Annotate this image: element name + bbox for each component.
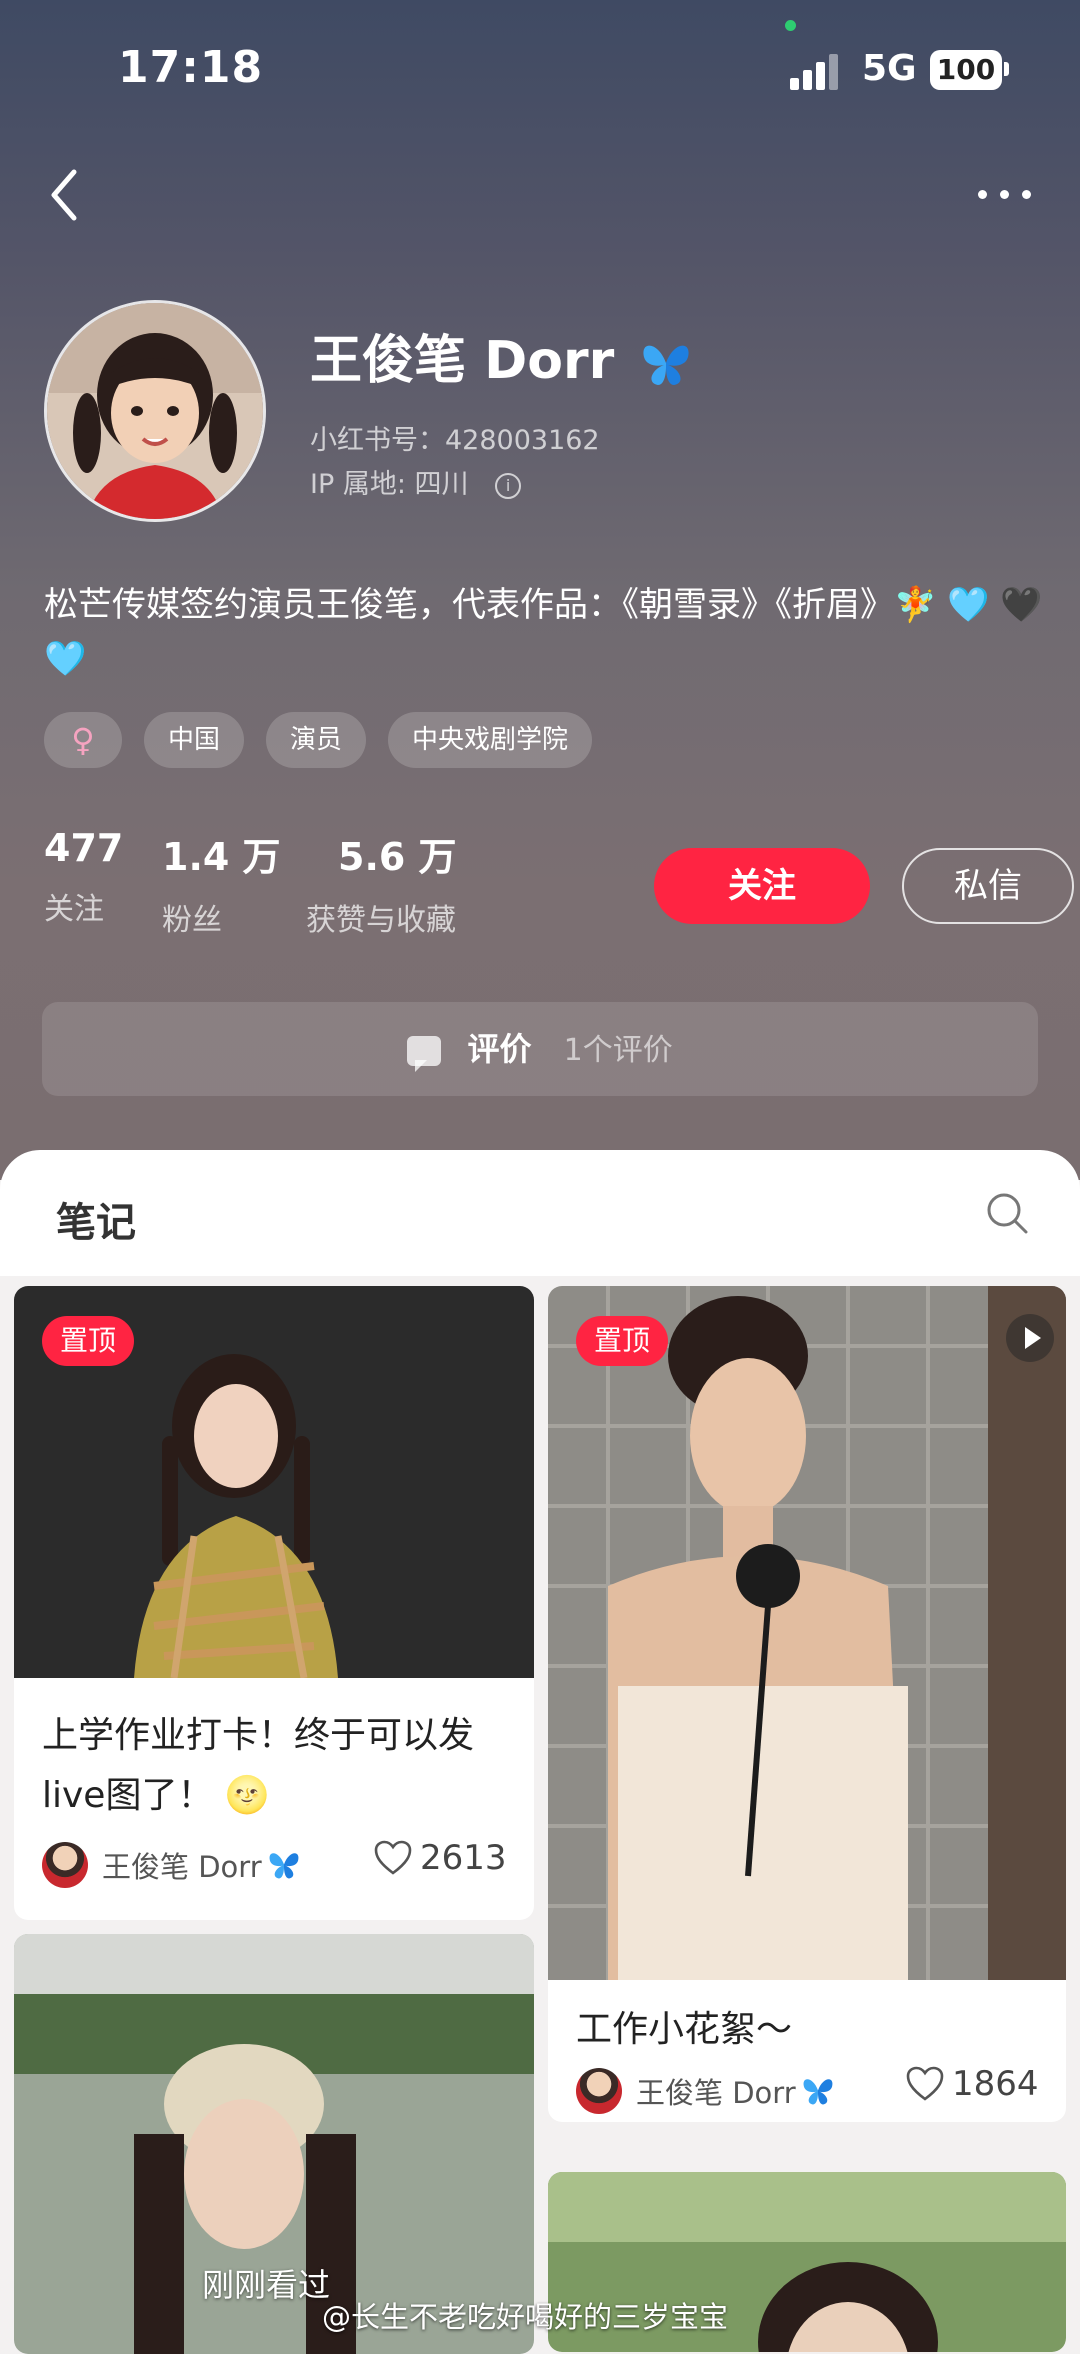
pinned-badge: 置顶 [576,1316,669,1366]
more-dot [1022,190,1031,199]
like-count: 2613 [420,1838,507,1878]
signal-icon [790,52,846,90]
follow-button[interactable]: 关注 [654,848,870,924]
note-cover-image [548,1286,1066,1980]
tag-row: ♀ 中国 演员 中央戏剧学院 [44,712,593,768]
heart-icon [374,1840,412,1875]
notes-tab-bar: 笔记 [0,1150,1080,1276]
message-button[interactable]: 私信 [902,848,1074,924]
search-icon[interactable] [984,1190,1030,1236]
ip-location: IP 属地: 四川 i [310,462,522,501]
note-title: 工作小花絮～ [576,2009,793,2050]
review-count: 1个评价 [563,1033,673,1068]
review-title: 评价 [467,1030,532,1068]
note-title: 上学作业打卡！终于可以发live图了！ 🌝 [42,1715,475,1816]
tag-school[interactable]: 中央戏剧学院 [388,712,593,768]
profile-name-text: 王俊笔 Dorr [310,331,615,391]
stat-likes[interactable]: 5.6 万 获赞与收藏 [306,826,457,939]
watermark: @长生不老吃好喝好的三岁宝宝 [322,2300,729,2334]
stat-followers[interactable]: 1.4 万 粉丝 [162,826,281,939]
stat-following-label: 关注 [44,892,104,927]
privacy-indicator-icon [785,20,796,31]
author-name: 王俊笔 Dorr [636,2076,796,2110]
note-card[interactable]: 置顶 工作小花絮～ 王俊笔 Dorr 1864 [548,1286,1066,2122]
author-name: 王俊笔 Dorr [102,1850,262,1884]
back-arrow-icon [51,169,77,221]
more-button[interactable] [970,170,1040,220]
info-icon[interactable]: i [495,472,522,499]
butterfly-icon [803,2079,833,2105]
author-avatar [42,1842,88,1888]
butterfly-icon [269,1853,299,1879]
profile-name: 王俊笔 Dorr [310,318,694,393]
stat-following[interactable]: 477 关注 [44,826,123,928]
stat-followers-label: 粉丝 [162,903,222,938]
note-card[interactable]: 置顶 上学作业打卡！终于可以发live图了！ 🌝 王俊笔 Dorr 2613 [14,1286,534,1920]
ip-text: IP 属地: 四川 [310,469,469,500]
review-chat-icon [407,1036,442,1072]
status-time: 17:18 [118,42,264,93]
play-icon [1006,1314,1054,1362]
recently-viewed-label: 刚刚看过 [202,2266,331,2304]
tab-notes[interactable]: 笔记 [56,1190,136,1248]
stat-following-value: 477 [44,826,124,870]
red-id: 小红书号：428003162 [310,425,600,456]
avatar[interactable] [44,300,266,522]
bio: 松芒传媒签约演员王俊笔，代表作品：《朝雪录》《折眉》🧚 🩵 🖤 🩵 [44,585,1043,679]
like-count: 1864 [952,2064,1039,2104]
review-bar[interactable]: 评价 1个评价 [42,1002,1038,1096]
stat-likes-value: 5.6 万 [338,835,457,879]
more-dot [1000,190,1009,199]
pinned-badge: 置顶 [42,1316,135,1366]
butterfly-icon [643,345,689,385]
battery-icon: 100 [930,50,1002,90]
status-bar: 17:18 5G 100 [0,0,1080,140]
gender-tag: ♀ [44,712,122,768]
tag-occupation[interactable]: 演员 [266,712,367,768]
note-author[interactable]: 王俊笔 Dorr [576,2068,836,2114]
back-button[interactable] [40,160,90,230]
more-dots-icon [978,190,987,199]
stat-followers-value: 1.4 万 [162,835,281,879]
battery-nub [1004,62,1009,76]
stat-likes-label: 获赞与收藏 [306,903,456,938]
heart-icon [906,2066,944,2101]
like-button[interactable]: 1864 [906,2064,1039,2104]
like-button[interactable]: 2613 [374,1838,507,1878]
tag-country[interactable]: 中国 [144,712,245,768]
note-author[interactable]: 王俊笔 Dorr [42,1842,302,1888]
author-avatar [576,2068,622,2114]
network-type: 5G [862,48,917,89]
